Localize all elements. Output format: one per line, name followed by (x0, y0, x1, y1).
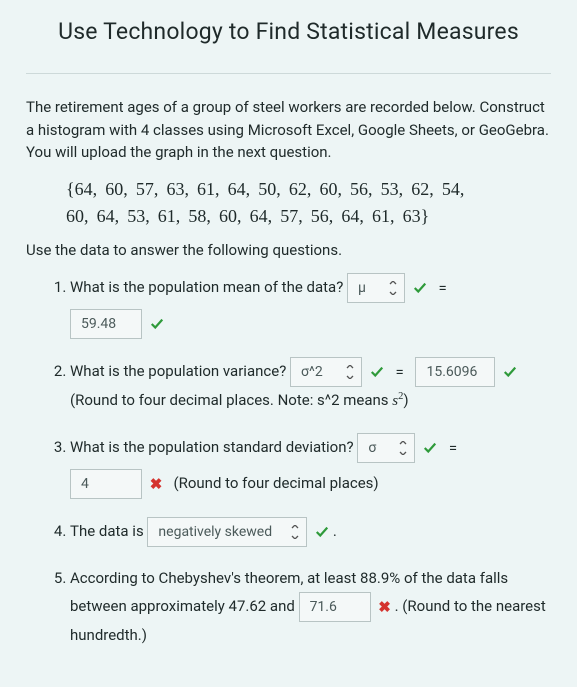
q2-note: (Round to four decimal places. Note: s^2… (70, 387, 551, 415)
q1-text: What is the population mean of the data? (70, 278, 343, 296)
check-icon (423, 441, 437, 455)
instructions: Use the data to answer the following que… (26, 241, 551, 259)
q3-symbol-select[interactable]: σ (357, 433, 415, 463)
check-icon (370, 365, 384, 379)
check-icon (150, 317, 164, 331)
q3-note: (Round to four decimal places) (173, 474, 378, 492)
check-icon (413, 281, 427, 295)
q4-skew-select[interactable]: negatively skewed (147, 517, 307, 547)
q1-value-input[interactable] (70, 309, 142, 339)
dataset: {64, 60, 57, 63, 61, 64, 50, 62, 60, 56,… (66, 176, 551, 232)
q3-text: What is the population standard deviatio… (70, 438, 354, 456)
q2-text: What is the population variance? (70, 362, 286, 380)
question-list: What is the population mean of the data?… (26, 273, 551, 649)
dataset-line-1: {64, 60, 57, 63, 61, 64, 50, 62, 60, 56,… (66, 179, 464, 199)
divider (26, 73, 551, 74)
q3-value-input[interactable] (70, 469, 142, 499)
page-title: Use Technology to Find Statistical Measu… (26, 18, 551, 45)
q1-symbol-select[interactable]: μ (347, 273, 405, 303)
q5-value-input[interactable] (299, 592, 371, 622)
dataset-line-2: 60, 64, 53, 61, 58, 60, 64, 57, 56, 64, … (66, 206, 429, 226)
question-5: According to Chebyshev's theorem, at lea… (70, 565, 551, 649)
question-4: The data is negatively skewed . (70, 517, 551, 547)
cross-icon: ✖ (378, 594, 391, 621)
check-icon (503, 365, 517, 379)
q2-symbol-select[interactable]: σ^2 (290, 357, 362, 387)
check-icon (315, 525, 329, 539)
question-2: What is the population variance? σ^2 = (… (70, 357, 551, 415)
period: . (333, 522, 337, 540)
s-squared: s2 (392, 393, 403, 409)
cross-icon: ✖ (150, 471, 163, 498)
q2-value-input[interactable] (415, 357, 495, 387)
question-1: What is the population mean of the data?… (70, 273, 551, 339)
q4-text: The data is (70, 522, 144, 540)
question-3: What is the population standard deviatio… (70, 433, 551, 499)
equals-sign: = (396, 359, 404, 386)
equals-sign: = (449, 435, 457, 462)
equals-sign: = (438, 275, 446, 302)
intro-text: The retirement ages of a group of steel … (26, 96, 551, 164)
